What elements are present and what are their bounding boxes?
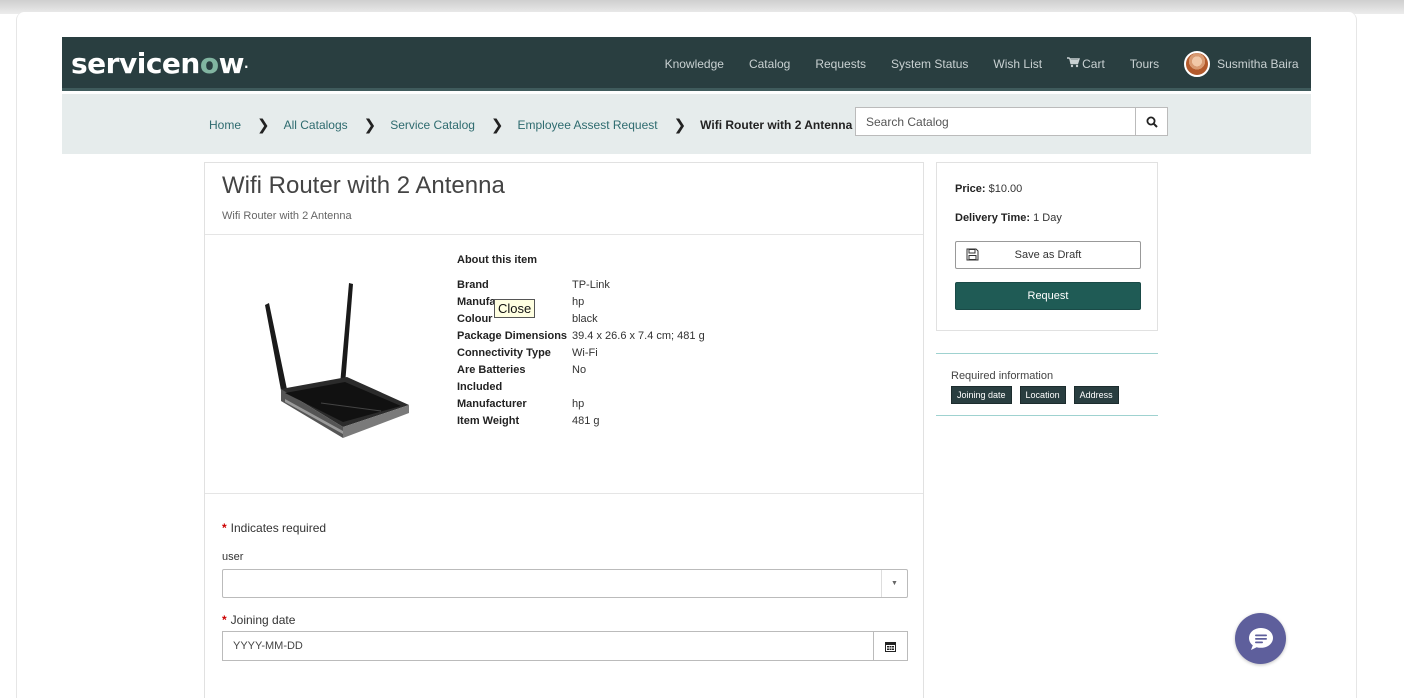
price-label: Price: xyxy=(955,183,986,195)
chat-button[interactable] xyxy=(1235,613,1286,664)
calendar-icon xyxy=(885,641,896,652)
spec-row: Connectivity Type Wi-Fi xyxy=(457,345,705,362)
user-select[interactable]: ▼ xyxy=(222,569,908,598)
joining-date-field xyxy=(222,631,908,661)
price-value: $10.00 xyxy=(988,183,1023,195)
nav-tours[interactable]: Tours xyxy=(1117,57,1171,71)
required-tag-location[interactable]: Location xyxy=(1019,386,1066,404)
spec-row: Are Batteries Included No xyxy=(457,362,705,396)
price: Price: $10.00 xyxy=(955,183,1022,195)
search-button[interactable] xyxy=(1136,107,1168,136)
nav-wish-list[interactable]: Wish List xyxy=(981,57,1055,71)
breadcrumb-all-catalogs[interactable]: All Catalogs xyxy=(284,118,348,132)
close-tooltip: Close xyxy=(494,299,536,318)
spec-row: Package Dimensions 39.4 x 26.6 x 7.4 cm; … xyxy=(457,328,705,345)
user-name: Susmitha Baira xyxy=(1217,57,1299,71)
spec-value: 39.4 x 26.6 x 7.4 cm; 481 g xyxy=(572,330,705,342)
nav-system-status[interactable]: System Status xyxy=(879,57,981,71)
breadcrumb-employee-request[interactable]: Employee Assest Request xyxy=(518,118,658,132)
item-subtitle: Wifi Router with 2 Antenna xyxy=(222,210,352,222)
user-menu[interactable]: Susmitha Baira xyxy=(1172,51,1311,77)
divider xyxy=(205,234,923,235)
breadcrumb-service-catalog[interactable]: Service Catalog xyxy=(390,118,475,132)
chevron-down-icon[interactable]: ▼ xyxy=(881,570,907,597)
search-icon xyxy=(1146,116,1158,128)
request-button[interactable]: Request xyxy=(955,282,1141,310)
delivery-value: 1 Day xyxy=(1033,212,1062,224)
about-item: About this item Brand TP-Link Manufa hp Co… xyxy=(457,254,705,430)
spec-key: Package Dimensions xyxy=(457,330,568,342)
catalog-item-card: Wifi Router with 2 Antenna Wifi Router w… xyxy=(204,162,924,698)
required-information: Required information Joining date Locati… xyxy=(936,353,1158,416)
joining-date-label: * Joining date xyxy=(222,613,295,627)
spec-value: Wi-Fi xyxy=(572,347,598,359)
calendar-button[interactable] xyxy=(874,631,908,661)
page-title: Wifi Router with 2 Antenna xyxy=(222,172,505,199)
top-navbar: servicenow. Knowledge Catalog Requests S… xyxy=(62,37,1311,91)
spec-value: 481 g xyxy=(572,415,600,427)
spec-key: Connectivity Type xyxy=(457,347,551,359)
spec-key: Manufacturer xyxy=(457,398,527,410)
required-star: * xyxy=(222,613,227,627)
cart-icon xyxy=(1067,57,1081,71)
required-star: * xyxy=(222,521,227,535)
chat-icon xyxy=(1248,627,1273,650)
spec-row: Item Weight 481 g xyxy=(457,413,705,430)
servicenow-logo[interactable]: servicenow. xyxy=(71,49,249,79)
breadcrumb-home[interactable]: Home xyxy=(209,118,241,132)
spec-value: hp xyxy=(572,398,585,410)
required-note: * Indicates required xyxy=(222,521,326,535)
nav-requests[interactable]: Requests xyxy=(803,57,879,71)
spec-key: Item Weight xyxy=(457,415,520,427)
nav-menu: Knowledge Catalog Requests System Status… xyxy=(652,37,1311,91)
spec-value: hp xyxy=(572,296,585,308)
order-panel: Price: $10.00 Delivery Time: 1 Day Save … xyxy=(936,162,1158,331)
save-as-draft-button[interactable]: Save as Draft xyxy=(955,241,1141,269)
save-icon xyxy=(966,248,979,261)
spec-value: No xyxy=(572,364,587,376)
joining-date-label-text: Joining date xyxy=(230,613,296,627)
nav-cart[interactable]: Cart xyxy=(1055,57,1118,71)
spec-key: Are Batteries Included xyxy=(457,364,526,393)
spec-value: TP-Link xyxy=(572,279,610,291)
nav-cart-label: Cart xyxy=(1082,57,1105,71)
spec-row: Brand TP-Link xyxy=(457,277,705,294)
joining-date-input[interactable] xyxy=(222,631,874,661)
chevron-right-icon: ❯ xyxy=(490,117,504,134)
required-tag-address[interactable]: Address xyxy=(1073,386,1119,404)
save-as-draft-label: Save as Draft xyxy=(1014,249,1082,261)
chevron-right-icon: ❯ xyxy=(673,117,687,134)
chevron-right-icon: ❯ xyxy=(363,117,377,134)
router-image xyxy=(265,283,409,438)
breadcrumb-bar: Home ❯ All Catalogs ❯ Service Catalog ❯ … xyxy=(62,94,1311,154)
delivery-label: Delivery Time: xyxy=(955,212,1031,224)
about-title: About this item xyxy=(457,254,538,266)
required-tag-joining-date[interactable]: Joining date xyxy=(951,386,1012,404)
search-catalog xyxy=(855,107,1168,136)
chevron-right-icon: ❯ xyxy=(257,117,270,134)
divider xyxy=(205,493,923,494)
breadcrumb: Home ❯ All Catalogs ❯ Service Catalog ❯ … xyxy=(209,116,852,134)
nav-knowledge[interactable]: Knowledge xyxy=(652,57,736,71)
required-info-tags: Joining date Location Address xyxy=(951,386,1127,404)
nav-catalog[interactable]: Catalog xyxy=(736,57,802,71)
required-note-text: Indicates required xyxy=(230,521,327,535)
search-input[interactable] xyxy=(855,107,1136,136)
delivery-time: Delivery Time: 1 Day xyxy=(955,212,1062,224)
breadcrumb-current: Wifi Router with 2 Antenna xyxy=(700,118,853,132)
avatar xyxy=(1184,51,1211,77)
required-info-title: Required information xyxy=(951,370,1054,382)
spec-row: Manufacturer hp xyxy=(457,396,705,413)
user-label: user xyxy=(222,551,244,563)
spec-key: Brand xyxy=(457,279,489,291)
spec-value: black xyxy=(572,313,598,325)
